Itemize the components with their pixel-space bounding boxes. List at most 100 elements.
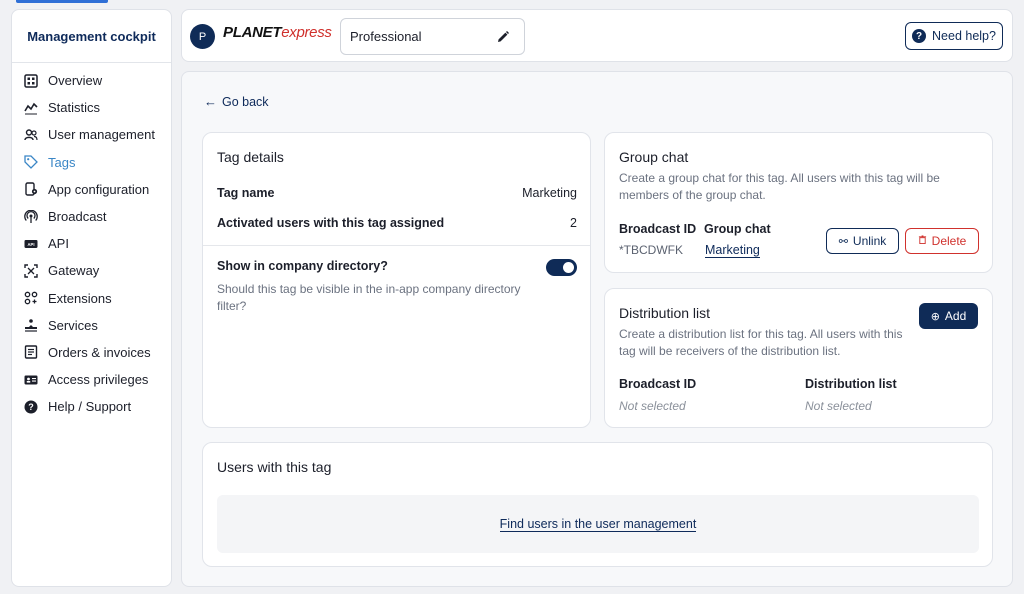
broadcast-icon	[23, 209, 39, 225]
sidebar-item-help-support[interactable]: ? Help / Support	[12, 393, 171, 420]
users-with-tag-title: Users with this tag	[217, 459, 332, 475]
unlink-icon: ⚯	[838, 235, 848, 248]
unlink-label: Unlink	[852, 234, 887, 248]
services-icon	[23, 317, 39, 333]
sidebar-item-statistics[interactable]: Statistics	[12, 94, 171, 121]
question-icon: ?	[912, 29, 927, 43]
tag-icon	[23, 154, 39, 170]
directory-description: Should this tag be visible in the in-app…	[217, 282, 521, 313]
trash-icon	[918, 235, 927, 247]
sidebar-item-label: Tags	[48, 154, 76, 170]
dl-broadcast-id-value: Not selected	[619, 399, 686, 413]
sidebar-item-label: API	[48, 236, 69, 252]
plus-circle-icon: ⊕	[930, 310, 940, 323]
top-bar: P PLANETexpress Professional ? Need help…	[181, 9, 1013, 62]
phone-settings-icon	[23, 181, 39, 197]
sidebar-item-access-privileges[interactable]: Access privileges	[12, 366, 171, 393]
sidebar-item-label: Orders & invoices	[48, 344, 151, 360]
sidebar-item-label: Help / Support	[48, 399, 132, 415]
sidebar-item-label: App configuration	[48, 181, 150, 197]
arrow-left-icon: ←	[204, 94, 217, 109]
dl-list-label: Distribution list	[805, 377, 897, 391]
sidebar-item-user-management[interactable]: User management	[12, 121, 171, 148]
logo-part-2: express	[281, 24, 332, 41]
sidebar-item-overview[interactable]: Overview	[12, 67, 171, 94]
users-icon	[23, 127, 39, 143]
gc-broadcast-id-label: Broadcast ID	[619, 222, 697, 236]
sidebar-item-extensions[interactable]: Extensions	[12, 285, 171, 312]
go-back-link[interactable]: ← Go back	[204, 94, 269, 109]
add-distribution-list-button[interactable]: ⊕ Add	[919, 303, 978, 329]
directory-label: Show in company directory?	[217, 259, 388, 273]
tag-details-title: Tag details	[217, 149, 284, 165]
tag-name-row: Tag name Marketing	[217, 186, 577, 200]
sidebar-item-label: Broadcast	[48, 209, 107, 225]
sidebar-item-label: Statistics	[48, 100, 101, 116]
sidebar-item-gateway[interactable]: Gateway	[12, 257, 171, 284]
main-panel: ← Go back Tag details Tag name Marketing…	[181, 71, 1013, 587]
company-logo: PLANETexpress	[223, 24, 332, 41]
tag-details-card: Tag details Tag name Marketing Activated…	[202, 132, 591, 428]
activated-users-value: 2	[570, 216, 577, 230]
need-help-label: Need help?	[932, 29, 996, 43]
users-with-tag-card: Users with this tag Find users in the us…	[202, 442, 993, 567]
go-back-label: Go back	[222, 94, 269, 109]
distribution-list-card: Distribution list Create a distribution …	[604, 288, 993, 428]
activated-users-row: Activated users with this tag assigned 2	[217, 216, 577, 230]
delete-button[interactable]: Delete	[905, 228, 979, 254]
chart-line-icon	[23, 100, 39, 116]
sidebar-item-label: Extensions	[48, 290, 112, 306]
id-card-icon	[23, 372, 39, 388]
company-directory-toggle[interactable]	[546, 259, 577, 276]
unlink-button[interactable]: ⚯ Unlink	[826, 228, 899, 254]
sidebar-item-services[interactable]: Services	[12, 312, 171, 339]
sidebar-item-label: Gateway	[48, 263, 100, 279]
toggle-knob	[563, 262, 574, 273]
plan-name: Professional	[350, 29, 422, 44]
need-help-button[interactable]: ? Need help?	[905, 22, 1003, 50]
sidebar-title: Management cockpit	[12, 10, 171, 63]
gc-group-chat-label: Group chat	[704, 222, 771, 236]
group-chat-card: Group chat Create a group chat for this …	[604, 132, 993, 273]
gateway-icon	[23, 263, 39, 279]
sidebar: Management cockpit Overview Statistics U…	[11, 9, 172, 587]
dl-broadcast-id-label: Broadcast ID	[619, 377, 697, 391]
help-icon: ?	[23, 399, 39, 415]
divider	[203, 245, 590, 246]
api-icon: API	[23, 236, 39, 252]
plan-selector[interactable]: Professional	[340, 18, 525, 55]
activated-users-label: Activated users with this tag assigned	[217, 216, 445, 230]
sidebar-item-label: Overview	[48, 73, 103, 89]
pencil-icon[interactable]	[496, 30, 510, 44]
tag-name-value: Marketing	[522, 186, 577, 200]
invoice-icon	[23, 344, 39, 360]
group-chat-description: Create a group chat for this tag. All us…	[619, 171, 940, 202]
sidebar-item-label: User management	[48, 127, 155, 143]
sidebar-item-api[interactable]: API API	[12, 230, 171, 257]
sidebar-item-tags[interactable]: Tags	[12, 149, 171, 176]
grid-icon	[23, 73, 39, 89]
sidebar-item-broadcast[interactable]: Broadcast	[12, 203, 171, 230]
svg-text:API: API	[28, 242, 35, 247]
svg-text:?: ?	[28, 402, 34, 412]
group-chat-title: Group chat	[619, 149, 689, 165]
sidebar-item-orders-invoices[interactable]: Orders & invoices	[12, 339, 171, 366]
distribution-list-title: Distribution list	[619, 305, 711, 321]
gc-broadcast-id-value: *TBCDWFK	[619, 243, 683, 257]
sidebar-item-label: Services	[48, 317, 98, 333]
sidebar-item-app-configuration[interactable]: App configuration	[12, 176, 171, 203]
distribution-list-description: Create a distribution list for this tag.…	[619, 327, 903, 358]
dl-list-value: Not selected	[805, 399, 872, 413]
tag-name-label: Tag name	[217, 186, 275, 200]
top-accent-bar	[16, 0, 108, 3]
users-empty-state: Find users in the user management	[217, 495, 979, 553]
add-label: Add	[944, 309, 967, 323]
delete-label: Delete	[931, 234, 967, 248]
logo-part-1: PLANET	[223, 24, 282, 41]
sidebar-nav: Overview Statistics User management Tags…	[12, 63, 171, 420]
sidebar-item-label: Access privileges	[48, 372, 149, 388]
extensions-icon	[23, 290, 39, 306]
find-users-link[interactable]: Find users in the user management	[499, 517, 697, 532]
avatar[interactable]: P	[190, 24, 215, 49]
group-chat-link[interactable]: Marketing	[705, 243, 760, 258]
